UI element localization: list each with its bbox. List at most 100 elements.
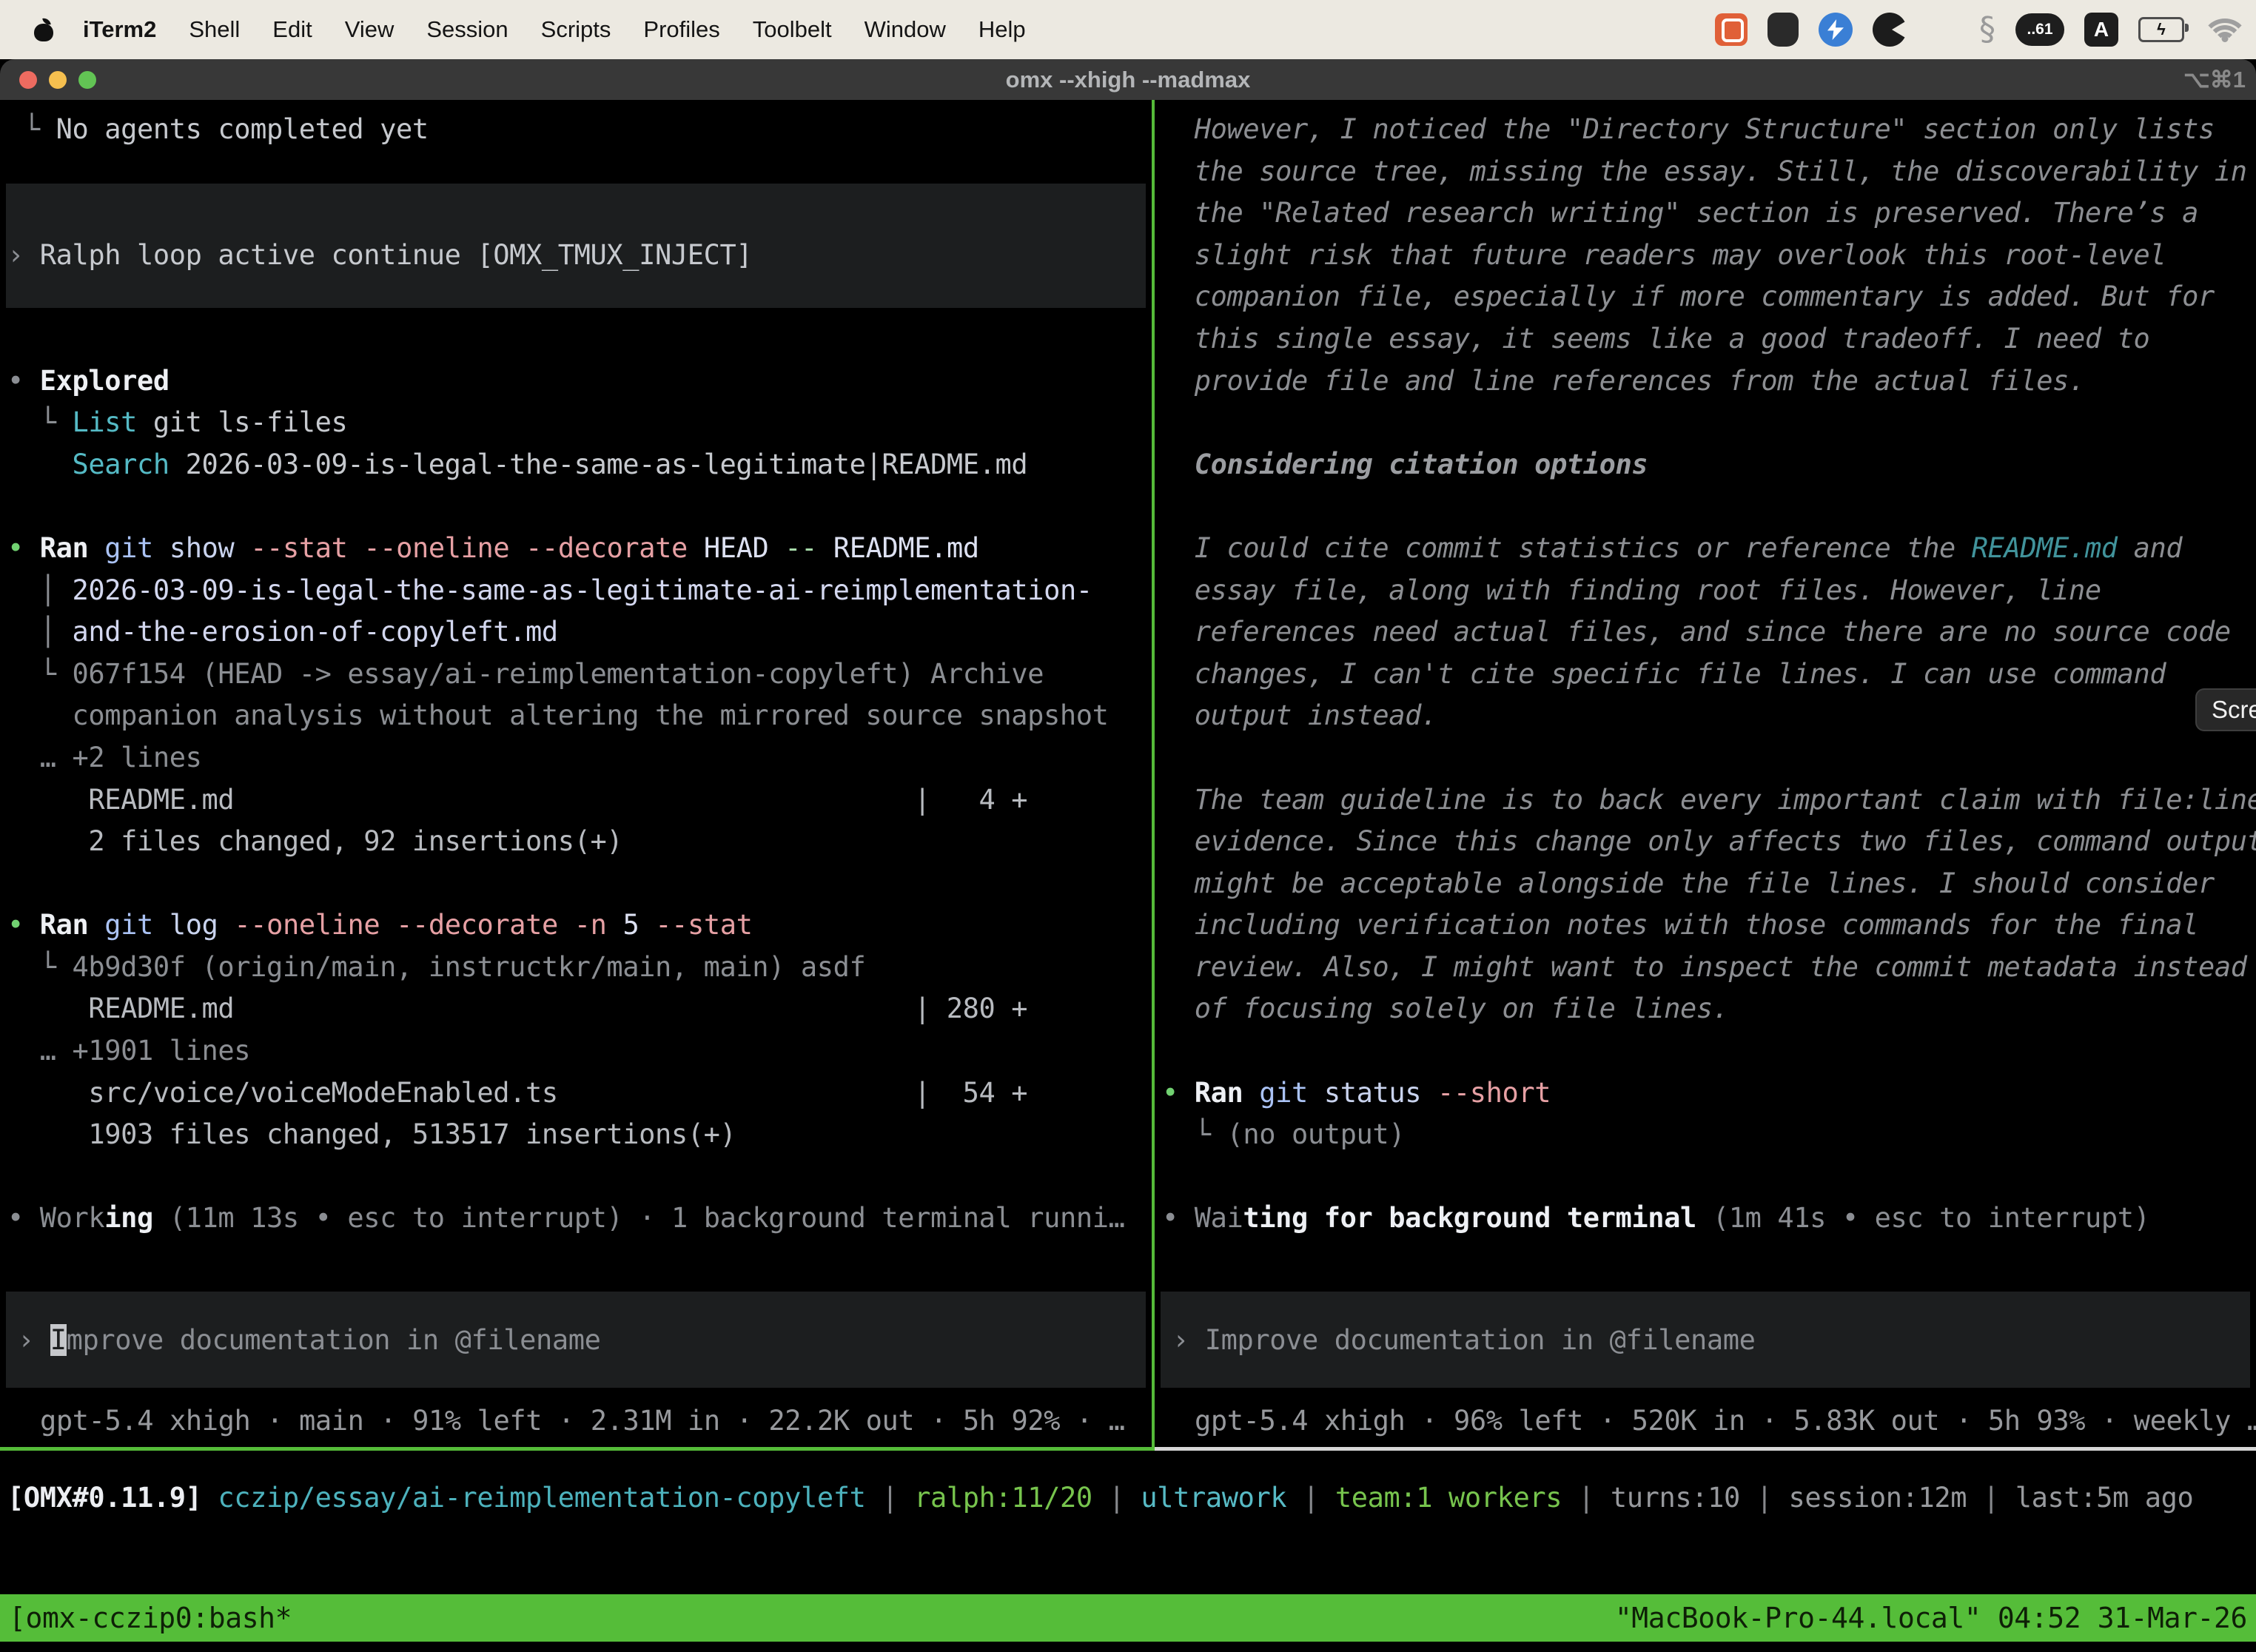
terminal-line: references need actual files, and since … <box>1162 611 2256 654</box>
window-title: omx --xhigh --madmax <box>0 59 2256 100</box>
text-segment: Ran <box>1195 1077 1243 1109</box>
wedge-circle-icon[interactable] <box>1873 13 1907 47</box>
terminal-line: slight risk that future readers may over… <box>1162 235 2256 277</box>
menu-item-view[interactable]: View <box>345 16 395 43</box>
security-grid-icon[interactable] <box>1767 13 1799 47</box>
terminal-line: I could cite commit statistics or refere… <box>1162 528 2256 570</box>
terminal-line: companion analysis without altering the … <box>7 695 1152 737</box>
menu-item-toolbelt[interactable]: Toolbelt <box>753 16 832 43</box>
prompt-arrow: › <box>1172 1324 1205 1356</box>
text-cursor: I <box>50 1324 67 1356</box>
battery-bolt-glyph: ϟ <box>2157 20 2166 39</box>
status-segment: ultrawork <box>1141 1482 1286 1514</box>
text-segment: (1m 41s • esc to interrupt) <box>1696 1202 2150 1234</box>
text-segment <box>153 532 169 564</box>
terminal-line: output instead. <box>1162 695 2256 737</box>
terminal-line: of focusing solely on file lines. <box>1162 988 2256 1030</box>
terminal-line: … +1901 lines <box>7 1030 1152 1072</box>
menu-item-help[interactable]: Help <box>978 16 1026 43</box>
prompt-input-left[interactable]: › Improve documentation in @filename <box>6 1292 1146 1388</box>
terminal-line: The team guideline is to back every impo… <box>1162 779 2256 822</box>
model-status-right: gpt-5.4 xhigh · 96% left · 520K in · 5.8… <box>1195 1405 2256 1437</box>
status-segment: turns:10 <box>1611 1482 1740 1514</box>
window-titlebar[interactable]: omx --xhigh --madmax ⌥⌘1 <box>0 59 2256 100</box>
text-segment: │ <box>7 574 73 606</box>
terminal-line: │ 2026-03-09-is-legal-the-same-as-legiti… <box>7 570 1152 612</box>
battery-icon[interactable]: ϟ <box>2138 17 2184 42</box>
text-segment <box>380 909 396 941</box>
text-segment: git ls-files <box>137 406 347 438</box>
terminal-line <box>1162 1156 2256 1198</box>
status-segment: team:1 workers <box>1335 1482 1562 1514</box>
terminal-line: › Ralph loop active continue [OMX_TMUX_I… <box>7 235 1152 277</box>
terminal-line: review. Also, I might want to inspect th… <box>1162 947 2256 989</box>
text-segment: └ <box>7 951 73 983</box>
text-segment <box>88 532 104 564</box>
text-segment: 5 <box>622 909 639 941</box>
text-segment: 1903 files changed, 513517 insertions(+) <box>7 1118 736 1150</box>
text-segment: of focusing solely on file lines. <box>1162 993 1729 1024</box>
terminal-line: However, I noticed the "Directory Struct… <box>1162 109 2256 151</box>
terminal-line: • Ran git log --oneline --decorate -n 5 … <box>7 904 1152 947</box>
squiggle-icon[interactable]: § <box>1979 13 1995 46</box>
text-segment: 4b9d30f (origin/main, instructkr/main, m… <box>73 951 866 983</box>
wifi-icon[interactable] <box>2204 16 2246 44</box>
menu-item-iterm2[interactable]: iTerm2 <box>83 16 156 43</box>
terminal-line <box>7 1156 1152 1198</box>
text-segment: the source tree, missing the essay. Stil… <box>1162 155 2247 187</box>
terminal: └ No agents completed yet › Ralph loop a… <box>0 100 2256 1453</box>
messenger-bolt-icon[interactable] <box>1819 13 1853 47</box>
pane-left[interactable]: └ No agents completed yet › Ralph loop a… <box>0 100 1152 1451</box>
terminal-line: │ and-the-erosion-of-copyleft.md <box>7 611 1152 654</box>
screen: iTerm2 Shell Edit View Session Scripts Profile… <box>0 0 2256 1652</box>
text-segment: --stat <box>655 909 752 941</box>
menu-bar: iTerm2 Shell Edit View Session Scripts Profile… <box>0 0 2256 59</box>
menu-item-shell[interactable]: Shell <box>189 16 240 43</box>
text-segment: └ <box>1162 1118 1227 1150</box>
text-segment: HEAD <box>704 532 769 564</box>
text-segment <box>607 909 623 941</box>
text-segment: 2 files changed, 92 insertions(+) <box>7 825 622 857</box>
apple-menu-icon[interactable] <box>34 18 53 41</box>
tmux-host-time: "MacBook-Pro-44.local" 04:52 31-Mar-26 <box>1615 1602 2247 1634</box>
terminal-line: └ No agents completed yet <box>7 109 1152 151</box>
chat-app-icon[interactable] <box>1715 13 1748 46</box>
menu-item-window[interactable]: Window <box>865 16 946 43</box>
text-segment: --short <box>1437 1077 1551 1109</box>
tmux-session[interactable]: [omx-cczip0:bash* <box>9 1602 292 1634</box>
dots-grid-icon[interactable] <box>1927 13 1959 46</box>
text-segment: (no output) <box>1227 1118 1406 1150</box>
terminal-line <box>7 151 1152 193</box>
text-segment <box>7 449 73 480</box>
keyboard-layout-icon[interactable]: A <box>2084 13 2118 47</box>
text-segment <box>817 532 833 564</box>
menu-item-profiles[interactable]: Profiles <box>643 16 719 43</box>
status-segment: ralph:11/20 <box>914 1482 1092 1514</box>
text-segment: might be acceptable alongside the file l… <box>1162 867 2215 899</box>
terminal-line: the "Related research writing" section i… <box>1162 192 2256 235</box>
terminal-line: might be acceptable alongside the file l… <box>1162 863 2256 905</box>
status-segment: | <box>1967 1482 2015 1514</box>
menu-item-scripts[interactable]: Scripts <box>541 16 611 43</box>
text-segment: and <box>2118 532 2183 564</box>
terminal-line <box>7 192 1152 235</box>
text-segment: • <box>7 909 40 941</box>
text-segment: Work <box>40 1202 105 1234</box>
text-segment <box>768 532 785 564</box>
text-segment: -- <box>785 532 817 564</box>
status-segment <box>202 1482 218 1514</box>
text-segment: --decorate <box>396 909 558 941</box>
text-segment: Ran <box>40 909 89 941</box>
text-segment: List <box>73 406 138 438</box>
menu-item-session[interactable]: Session <box>426 16 508 43</box>
text-segment: 2026-03-09-is-legal-the-same-as-legitima… <box>73 574 1092 606</box>
text-segment: Ralph loop active continue [OMX_TMUX_INJ… <box>40 239 753 271</box>
status-segment: | <box>1562 1482 1611 1514</box>
terminal-line: evidence. Since this change only affects… <box>1162 821 2256 863</box>
badge-61-icon[interactable]: ..61 <box>2015 13 2064 46</box>
prompt-input-right[interactable]: › Improve documentation in @filename <box>1161 1292 2250 1388</box>
screen-recording-overlay[interactable]: Scre <box>2195 688 2256 731</box>
pane-right[interactable]: However, I noticed the "Directory Struct… <box>1155 100 2256 1451</box>
text-segment <box>1421 1077 1437 1109</box>
menu-item-edit[interactable]: Edit <box>272 16 312 43</box>
